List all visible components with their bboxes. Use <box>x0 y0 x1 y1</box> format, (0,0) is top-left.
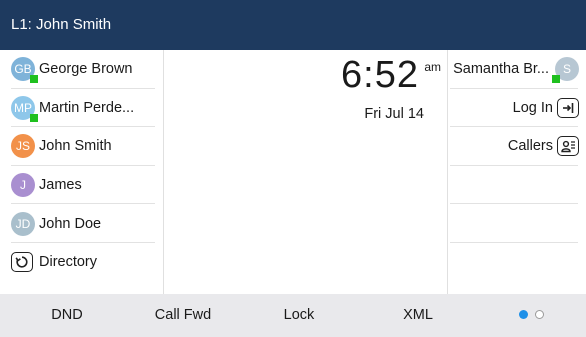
page-indicator[interactable] <box>519 310 544 319</box>
directory-key[interactable]: Directory <box>0 243 163 282</box>
login-icon <box>557 97 579 118</box>
speed-dial-label: John Doe <box>39 215 102 232</box>
page-dot-inactive <box>535 310 544 319</box>
clock-ampm: am <box>424 60 441 74</box>
clock: 6:52 am <box>164 54 447 110</box>
speed-dial-label: George Brown <box>39 61 133 78</box>
log-in-key[interactable]: Log In <box>448 89 586 128</box>
speed-dial-james[interactable]: J James <box>0 166 163 205</box>
presence-indicator <box>552 75 560 84</box>
speed-dial-label: James <box>39 177 82 194</box>
directory-icon <box>11 252 33 273</box>
clock-time: 6:52 <box>341 54 419 96</box>
avatar: JD <box>11 211 35 236</box>
empty-key[interactable] <box>448 204 586 243</box>
avatar: MP <box>11 95 38 122</box>
empty-key[interactable] <box>448 166 586 205</box>
page-dot-active <box>519 310 528 319</box>
softkey-dnd[interactable]: DND <box>32 294 102 337</box>
speed-dial-label: Martin Perde... <box>39 99 135 116</box>
speed-dial-john-doe[interactable]: JD John Doe <box>0 204 163 243</box>
callers-icon <box>557 136 579 157</box>
line-title: L1: John Smith <box>11 16 112 33</box>
speed-dial-martin-perde[interactable]: MP Martin Perde... <box>0 89 163 128</box>
presence-indicator <box>30 75 38 84</box>
softkey-lock[interactable]: Lock <box>264 294 334 337</box>
right-line-keys: Samantha Br... S Log In Callers <box>447 50 586 294</box>
softkey-call-fwd[interactable]: Call Fwd <box>143 294 223 337</box>
speed-dial-label: Samantha Br... <box>453 61 549 78</box>
callers-label: Callers <box>507 138 553 155</box>
softkey-bar: DND Call Fwd Lock XML <box>0 294 586 337</box>
callers-key[interactable]: Callers <box>448 127 586 166</box>
empty-key[interactable] <box>448 243 586 282</box>
log-in-label: Log In <box>512 99 553 116</box>
avatar: S <box>552 57 579 84</box>
speed-dial-john-smith[interactable]: JS John Smith <box>0 127 163 166</box>
presence-indicator <box>30 113 38 122</box>
clock-date: Fri Jul 14 <box>364 106 424 122</box>
speed-dial-samantha[interactable]: Samantha Br... S <box>448 50 586 89</box>
speed-dial-george-brown[interactable]: GB George Brown <box>0 50 163 89</box>
left-line-keys: GB George Brown MP Martin Perde... JS Jo… <box>0 50 164 294</box>
directory-label: Directory <box>39 254 98 271</box>
idle-screen: 6:52 am Fri Jul 14 <box>164 50 447 294</box>
speed-dial-label: John Smith <box>39 138 112 155</box>
line-header: L1: John Smith <box>0 0 586 50</box>
softkey-xml[interactable]: XML <box>383 294 453 337</box>
avatar: JS <box>11 134 35 159</box>
avatar: GB <box>11 57 38 84</box>
avatar: J <box>11 173 35 198</box>
